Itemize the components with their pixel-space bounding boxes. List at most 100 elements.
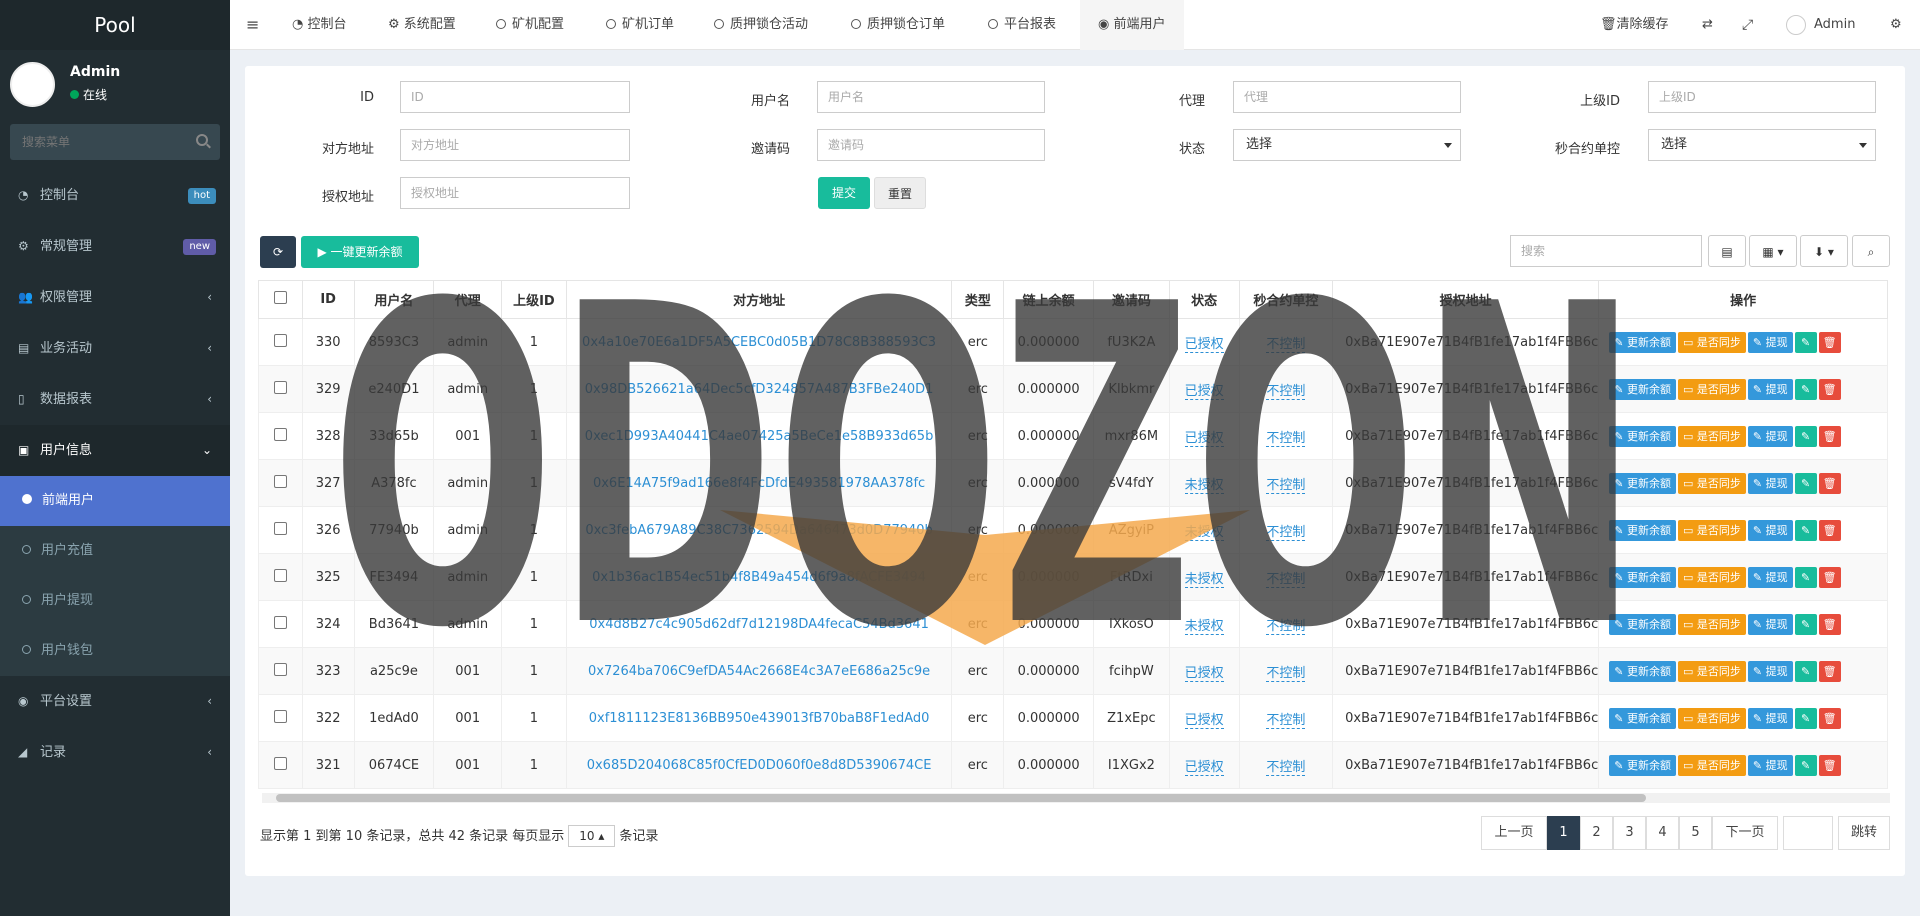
sync-button[interactable]: ▭ 是否同步 [1677, 519, 1746, 541]
auth-status-link[interactable]: 已授权 [1184, 665, 1224, 682]
contract-control-link[interactable]: 不控制 [1266, 477, 1306, 494]
sidebar-subitem-wallet[interactable]: 用户钱包 [0, 626, 230, 676]
delete-button[interactable]: 🗑 [1818, 754, 1841, 776]
address-link[interactable]: 0x98DB526621a64Dec5cfD324857A487B3FBe240… [585, 382, 934, 397]
address-link[interactable]: 0xf1811123E8136BB950e439013fB70baB8F1edA… [589, 711, 930, 726]
contract-control-link[interactable]: 不控制 [1266, 759, 1306, 776]
page-5-button[interactable]: 5 [1679, 816, 1712, 850]
sidebar-subitem-withdraw[interactable]: 用户提现 [0, 576, 230, 626]
sidebar-item-records[interactable]: ◢ 记录 ‹ [0, 727, 230, 778]
sync-button[interactable]: ▭ 是否同步 [1677, 378, 1746, 400]
edit-button[interactable]: ✎ [1794, 707, 1817, 729]
auth-status-link[interactable]: 已授权 [1184, 383, 1224, 400]
update-balance-button[interactable]: ✎ 更新余额 [1609, 566, 1676, 588]
row-checkbox[interactable] [273, 427, 287, 441]
update-all-balance-button[interactable]: ▶ 一键更新余额 [301, 236, 419, 268]
row-checkbox[interactable] [273, 474, 287, 488]
menu-toggle-icon[interactable]: ≡ [246, 0, 259, 50]
auth-status-link[interactable]: 未授权 [1184, 571, 1224, 588]
row-checkbox[interactable] [273, 709, 287, 723]
tab-staking-activity[interactable]: 质押锁仓活动 [714, 0, 808, 50]
update-balance-button[interactable]: ✎ 更新余额 [1609, 378, 1676, 400]
row-checkbox[interactable] [273, 333, 287, 347]
column-header[interactable]: 链上余额 [1003, 280, 1094, 319]
delete-button[interactable]: 🗑 [1818, 519, 1841, 541]
page-size-select[interactable]: 10 ▴ [568, 825, 616, 847]
column-header[interactable]: 状态 [1168, 280, 1240, 319]
contract-control-link[interactable]: 不控制 [1266, 712, 1306, 729]
withdraw-button[interactable]: ✎ 提现 [1747, 566, 1793, 588]
tab-dashboard[interactable]: ◔ 控制台 [292, 0, 347, 50]
filter-auth-input[interactable]: 授权地址 [400, 177, 630, 209]
contract-control-link[interactable]: 不控制 [1266, 618, 1306, 635]
sync-button[interactable]: ▭ 是否同步 [1677, 331, 1746, 353]
page-1-button[interactable]: 1 [1547, 816, 1580, 850]
advanced-search-button[interactable]: ⌕ [1852, 235, 1890, 267]
edit-button[interactable]: ✎ [1794, 519, 1817, 541]
sidebar-item-reports[interactable]: ▯ 数据报表 ‹ [0, 374, 230, 425]
page-4-button[interactable]: 4 [1646, 816, 1679, 850]
filter-id-input[interactable]: ID [400, 81, 630, 113]
toggle-view-button[interactable]: ▤ [1708, 235, 1746, 267]
address-link[interactable]: 0xec1D993A40441C4ae07425a5BeCe1e58B933d6… [585, 429, 934, 444]
delete-button[interactable]: 🗑 [1818, 707, 1841, 729]
sidebar-item-platform[interactable]: ◉ 平台设置 ‹ [0, 676, 230, 727]
edit-button[interactable]: ✎ [1794, 425, 1817, 447]
horizontal-scrollbar[interactable] [262, 793, 1890, 803]
jump-page-input[interactable] [1783, 816, 1833, 850]
refresh-button[interactable]: ⟳ [260, 236, 296, 268]
sync-button[interactable]: ▭ 是否同步 [1677, 613, 1746, 635]
page-2-button[interactable]: 2 [1580, 816, 1613, 850]
address-link[interactable]: 0x4a10e70E6a1DF5A5CEBC0d05B1D78C8B388593… [582, 335, 936, 350]
next-page-button[interactable]: 下一页 [1712, 816, 1778, 850]
column-header[interactable]: ID [301, 280, 355, 319]
auth-status-link[interactable]: 已授权 [1184, 430, 1224, 447]
withdraw-button[interactable]: ✎ 提现 [1747, 331, 1793, 353]
sidebar-item-dashboard[interactable]: ◔ 控制台 hot [0, 170, 230, 221]
withdraw-button[interactable]: ✎ 提现 [1747, 707, 1793, 729]
update-balance-button[interactable]: ✎ 更新余额 [1609, 331, 1676, 353]
clear-cache-button[interactable]: 🗑清除缓存 [1600, 0, 1669, 50]
fullscreen-icon[interactable]: ⤢ [1742, 0, 1753, 50]
sidebar-search-input[interactable] [10, 124, 190, 160]
delete-button[interactable]: 🗑 [1818, 378, 1841, 400]
sync-button[interactable]: ▭ 是否同步 [1677, 425, 1746, 447]
contract-control-link[interactable]: 不控制 [1266, 571, 1306, 588]
sidebar-subitem-frontend-users[interactable]: 前端用户 [0, 476, 230, 526]
filter-agent-input[interactable]: 代理 [1233, 81, 1461, 113]
delete-button[interactable]: 🗑 [1818, 331, 1841, 353]
edit-button[interactable]: ✎ [1794, 660, 1817, 682]
sync-button[interactable]: ▭ 是否同步 [1677, 472, 1746, 494]
tab-platform-report[interactable]: 平台报表 [988, 0, 1056, 50]
auth-status-link[interactable]: 已授权 [1184, 336, 1224, 353]
column-header[interactable]: 对方地址 [565, 280, 953, 319]
withdraw-button[interactable]: ✎ 提现 [1747, 425, 1793, 447]
auth-status-link[interactable]: 未授权 [1184, 618, 1224, 635]
column-header[interactable]: 上级ID [501, 280, 567, 319]
app-logo[interactable]: Pool [0, 0, 230, 50]
row-checkbox[interactable] [273, 756, 287, 770]
reset-button[interactable]: 重置 [874, 177, 926, 209]
update-balance-button[interactable]: ✎ 更新余额 [1609, 707, 1676, 729]
user-menu[interactable]: Admin [1786, 0, 1855, 50]
filter-contract-select[interactable]: 选择 [1648, 129, 1876, 161]
row-checkbox[interactable] [273, 568, 287, 582]
delete-button[interactable]: 🗑 [1818, 660, 1841, 682]
address-link[interactable]: 0xc3febA679A89C38C7362594Da646473d0D7794… [585, 523, 932, 538]
column-header[interactable]: 代理 [433, 280, 503, 319]
sync-button[interactable]: ▭ 是否同步 [1677, 660, 1746, 682]
withdraw-button[interactable]: ✎ 提现 [1747, 519, 1793, 541]
withdraw-button[interactable]: ✎ 提现 [1747, 660, 1793, 682]
contract-control-link[interactable]: 不控制 [1266, 665, 1306, 682]
filter-invite-input[interactable]: 邀请码 [817, 129, 1045, 161]
page-3-button[interactable]: 3 [1613, 816, 1646, 850]
update-balance-button[interactable]: ✎ 更新余额 [1609, 754, 1676, 776]
edit-button[interactable]: ✎ [1794, 472, 1817, 494]
address-link[interactable]: 0x4d8B27c4c905d62df7d12198DA4fecaC54Bd36… [589, 617, 929, 632]
sidebar-item-permission[interactable]: 👥 权限管理 ‹ [0, 272, 230, 323]
row-checkbox[interactable] [273, 380, 287, 394]
tab-staking-orders[interactable]: 质押锁仓订单 [851, 0, 945, 50]
filter-username-input[interactable]: 用户名 [817, 81, 1045, 113]
sidebar-subitem-recharge[interactable]: 用户充值 [0, 526, 230, 576]
scrollbar-thumb[interactable] [276, 794, 1646, 802]
